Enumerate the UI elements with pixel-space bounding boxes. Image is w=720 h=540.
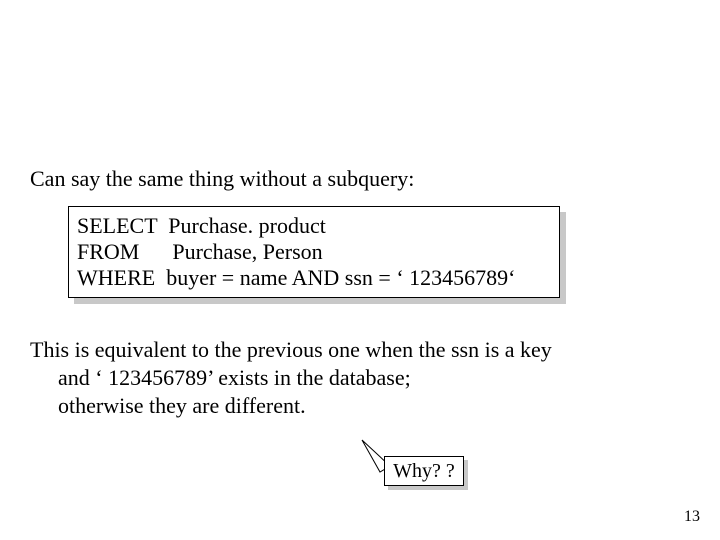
code-box: SELECT Purchase. product FROM Purchase, … xyxy=(68,206,560,298)
intro-text: Can say the same thing without a subquer… xyxy=(30,166,414,192)
callout-box: Why? ? xyxy=(384,456,464,486)
explain-text: This is equivalent to the previous one w… xyxy=(30,336,552,420)
code-line-1: SELECT Purchase. product xyxy=(77,213,551,239)
page-number: 13 xyxy=(684,508,700,526)
code-box-frame: SELECT Purchase. product FROM Purchase, … xyxy=(68,206,560,298)
code-line-2: FROM Purchase, Person xyxy=(77,239,551,265)
explain-line-3: otherwise they are different. xyxy=(30,392,552,420)
code-line-3: WHERE buyer = name AND ssn = ‘ 123456789… xyxy=(77,265,551,291)
callout-bubble: Why? ? xyxy=(384,456,464,486)
callout-label: Why? ? xyxy=(393,460,455,483)
explain-line-2: and ‘ 123456789’ exists in the database; xyxy=(30,364,552,392)
explain-line-1: This is equivalent to the previous one w… xyxy=(30,337,552,362)
